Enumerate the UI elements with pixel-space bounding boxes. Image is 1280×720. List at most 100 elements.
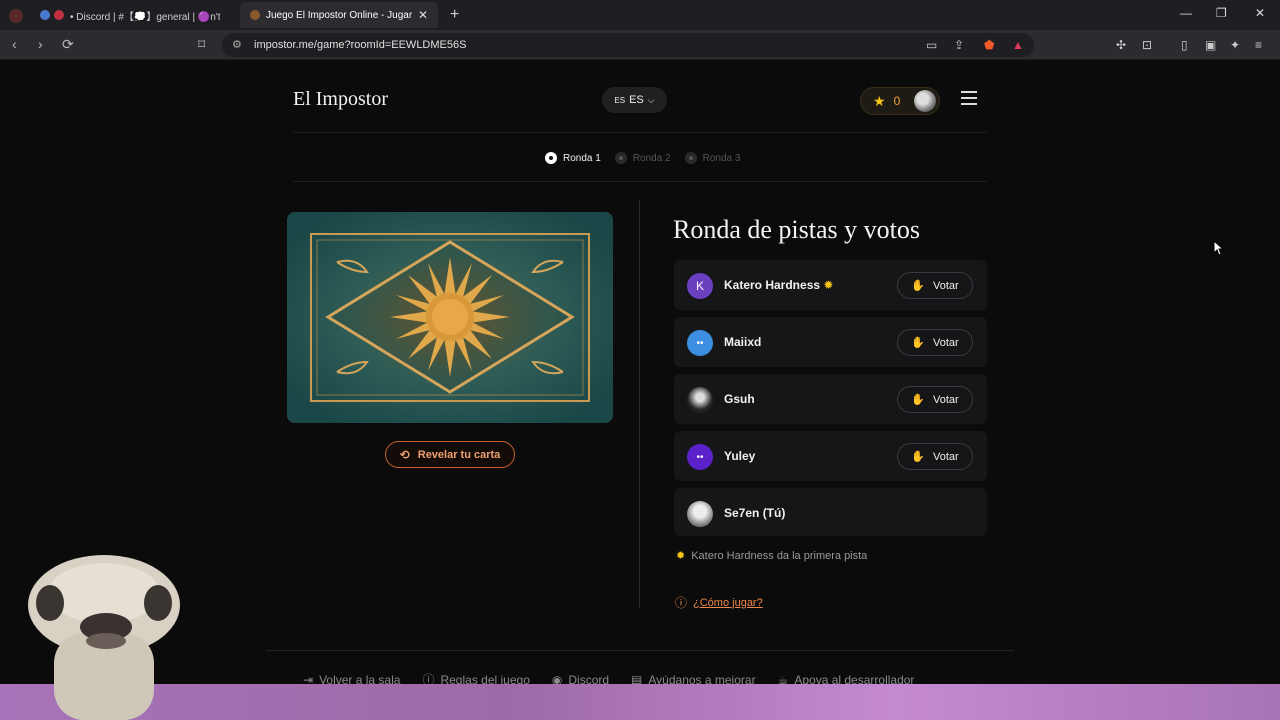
tab-impostor[interactable]: Juego El Impostor Online - Jugar ✕ [240,2,438,28]
how-to-play-label: ¿Cómo jugar? [693,596,763,609]
site-logo[interactable]: El Impostor [293,88,388,111]
card-back [287,212,613,423]
avatar: K [687,273,713,299]
vote-button[interactable]: ✋ Votar [897,386,973,413]
how-to-play-link[interactable]: ⓘ ¿Cómo jugar? [675,594,763,611]
back-icon[interactable]: ‹ [12,36,17,52]
browser-tab-strip: • Discord | #【💭】general | 🟣n't Juego El … [0,0,1280,30]
score-badge[interactable]: ★ 0 [860,87,940,115]
hand-icon: ✋ [911,280,925,292]
player-name: Katero Hardness ✹ [724,278,834,292]
hamburger-menu-icon[interactable] [961,91,977,105]
vote-label: Votar [933,336,959,349]
mouse-cursor-icon [1213,240,1225,256]
new-tab-icon[interactable]: + [450,6,459,24]
vote-button[interactable]: ✋ Votar [897,272,973,299]
round-label: Ronda 2 [632,152,671,164]
stream-overlay-bar [0,684,1280,720]
dog-webcam-overlay [28,555,180,720]
player-row: •• Maiixd ✋ Votar [674,317,987,367]
vote-label: Votar [933,450,959,463]
cast-icon[interactable]: ▭ [926,38,937,52]
avatar[interactable] [914,90,936,112]
browser-menu-icon[interactable]: ≡ [1255,38,1262,52]
sidebar-icon[interactable]: ▯ [1181,38,1188,52]
vote-label: Votar [933,279,959,292]
game-page: El Impostor ES ES ⌵ ★ 0 Ronda 1 Ronda 2 … [0,60,1280,720]
chevron-down-icon: ⌵ [647,94,655,105]
browser-menu-icon[interactable] [9,9,23,23]
player-row: •• Yuley ✋ Votar [674,431,987,481]
language-selector[interactable]: ES ES ⌵ [602,87,667,113]
round-dot-icon [614,152,627,164]
avatar [687,387,713,413]
address-bar: ‹ › ⟳ ⌑ ⚙ impostor.me/game?roomId=EEWLDM… [0,30,1280,60]
tab-title: • Discord | #【💭】general | 🟣n't [70,11,220,23]
extensions-icon[interactable]: ✣ [1116,38,1126,52]
language-label: ES [629,94,644,106]
round-label: Ronda 1 [563,152,601,164]
round-step-1: Ronda 1 [545,152,601,164]
brave-shield-icon[interactable]: ⬟ [984,38,994,52]
hand-icon: ✋ [911,451,925,463]
player-name: Yuley [724,449,756,463]
round-dot-icon [545,152,557,164]
avatar [687,501,713,527]
player-name: Se7en (Tú) [724,506,786,520]
info-icon: ⓘ [675,596,688,610]
player-row-self: Se7en (Tú) [674,488,987,536]
close-window-icon[interactable]: ✕ [1255,6,1265,20]
face-icon: •• [696,337,704,349]
restore-icon[interactable]: ❐ [1216,6,1227,20]
url-field[interactable]: ⚙ impostor.me/game?roomId=EEWLDME56S [222,33,1034,57]
avatar: •• [687,444,713,470]
site-favicon-icon [250,10,260,20]
reveal-card-button[interactable]: ⟲ Revelar tu carta [385,441,515,468]
record-icon [54,10,64,20]
sun-icon: ✹ [823,278,834,292]
round-step-3: Ronda 3 [684,152,741,164]
leo-icon[interactable]: ✦ [1230,38,1240,52]
score-value: 0 [893,94,901,108]
rounds-divider [293,181,987,182]
vote-button[interactable]: ✋ Votar [897,443,973,470]
header-divider [293,132,987,133]
bookmark-icon[interactable]: ⌑ [198,36,205,53]
wallet-icon[interactable]: ▣ [1205,38,1216,52]
reload-icon[interactable]: ⟳ [62,36,74,53]
hand-icon: ✋ [911,337,925,349]
forward-icon[interactable]: › [38,36,43,52]
column-divider [639,200,640,608]
round-dot-icon [684,152,697,164]
chrome-icon [40,10,50,20]
player-name: Gsuh [724,392,755,406]
minimize-icon[interactable]: — [1180,6,1192,20]
player-row: K Katero Hardness ✹ ✋ Votar [674,260,987,310]
hint-label: Katero Hardness da la primera pista [691,549,868,562]
reveal-card-label: Revelar tu carta [417,448,501,461]
sun-card-art [287,212,613,423]
tab-title: Juego El Impostor Online - Jugar [266,9,412,21]
vote-label: Votar [933,393,959,406]
avatar: •• [687,330,713,356]
rewards-icon[interactable]: ▲ [1012,38,1024,52]
round-label: Ronda 3 [702,152,741,164]
player-name: Maiixd [724,335,762,349]
footer-divider [266,650,1014,651]
sun-icon: ✹ [676,550,686,562]
share-icon[interactable]: ⇪ [954,38,964,52]
player-row: Gsuh ✋ Votar [674,374,987,424]
site-settings-icon[interactable]: ⚙ [232,38,242,51]
hint-text: ✹ Katero Hardness da la primera pista [676,549,868,563]
close-icon[interactable]: ✕ [418,8,428,22]
star-icon: ★ [873,92,886,109]
section-title: Ronda de pistas y votos [673,215,920,244]
tab-discord[interactable]: • Discord | #【💭】general | 🟣n't [30,2,230,28]
language-flag: ES [614,95,626,105]
face-icon: •• [696,451,704,463]
url-text: impostor.me/game?roomId=EEWLDME56S [254,39,467,51]
vote-button[interactable]: ✋ Votar [897,329,973,356]
hand-icon: ✋ [911,394,925,406]
round-step-2: Ronda 2 [614,152,671,164]
screenshot-icon[interactable]: ⊡ [1142,38,1152,52]
